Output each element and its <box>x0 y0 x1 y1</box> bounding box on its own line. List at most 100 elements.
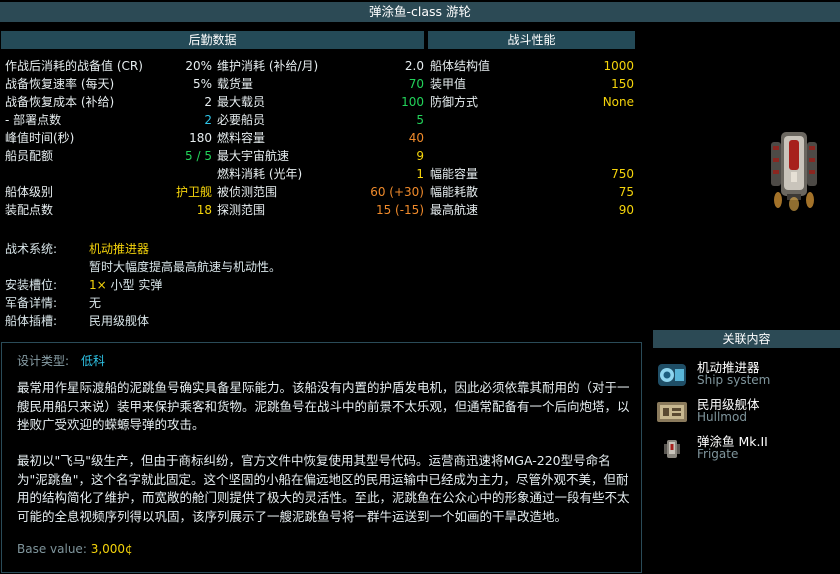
stat-value: 40 <box>408 131 424 145</box>
stat-row: 幅能容量 750 <box>430 165 634 183</box>
stat-row: 最高航速 90 <box>430 201 634 219</box>
stat-label: 峰值时间(秒) <box>5 131 75 145</box>
stat-row: 燃料消耗 (光年) 1 <box>217 165 424 183</box>
system-label: 战术系统: <box>5 242 58 256</box>
stat-value: 5% <box>192 77 212 91</box>
stat-value: 2.0 <box>404 59 424 73</box>
stat-label: 维护消耗 (补给/月) <box>217 59 319 73</box>
stat-row <box>430 111 634 129</box>
hullmod-icon <box>657 402 687 422</box>
stat-value: 100 <box>401 95 424 109</box>
stat-row <box>5 165 212 183</box>
stat-row: 作战后消耗的战备值 (CR) 20% <box>5 57 212 75</box>
stat-row: 防御方式 None <box>430 93 634 111</box>
stat-value: 180 <box>189 131 212 145</box>
stat-row: 幅能耗散 75 <box>430 183 634 201</box>
hullmod-label: 船体插槽: <box>5 314 58 328</box>
stat-value: 750 <box>611 167 634 181</box>
stat-value: None <box>602 95 634 109</box>
stat-row: 船员配额 5 / 5 <box>5 147 212 165</box>
system-description: 暂时大幅度提高最高航速与机动性。 <box>89 260 282 274</box>
military-label: 军备详情: <box>5 296 58 310</box>
stat-value: 60 (+30) <box>370 185 424 199</box>
stat-value: 18 <box>196 203 212 217</box>
stat-value: 90 <box>618 203 634 217</box>
stat-row: 峰值时间(秒) 180 <box>5 129 212 147</box>
stat-label: 船体结构值 <box>430 59 491 73</box>
mount-count: 1× <box>89 278 107 292</box>
stat-label: 幅能耗散 <box>430 185 479 199</box>
stat-row: 装甲值 150 <box>430 75 634 93</box>
stat-label: 探测范围 <box>217 203 266 217</box>
related-item-system[interactable]: 机动推进器 Ship system <box>653 357 840 394</box>
design-type-value: 低科 <box>81 354 106 368</box>
description-panel: 设计类型: 低科 最常用作星际渡船的泥跳鱼号确实具备星际能力。该船没有内置的护盾发… <box>1 342 642 573</box>
stat-label: 船员配额 <box>5 149 54 163</box>
combat-header: 战斗性能 <box>428 31 635 49</box>
thruster-icon <box>658 364 686 386</box>
stat-label: 被侦测范围 <box>217 185 278 199</box>
design-type-label: 设计类型: <box>17 354 70 368</box>
stat-value: 9 <box>416 149 424 163</box>
mount-type: 小型 实弹 <box>110 278 163 292</box>
stat-label: 战备恢复速率 (每天) <box>5 77 115 91</box>
stat-row: 被侦测范围 60 (+30) <box>217 183 424 201</box>
stat-value: 护卫舰 <box>175 185 212 199</box>
stat-row <box>430 129 634 147</box>
stat-label: 战备恢复成本 (补给) <box>5 95 115 109</box>
related-item-subtitle: Hullmod <box>697 410 747 424</box>
stat-value: 15 (-15) <box>375 203 424 217</box>
stat-row: 燃料容量 40 <box>217 129 424 147</box>
stat-value: 70 <box>408 77 424 91</box>
stat-row: 维护消耗 (补给/月) 2.0 <box>217 57 424 75</box>
related-item-subtitle: Ship system <box>697 373 771 387</box>
related-header: 关联内容 <box>653 330 840 348</box>
base-value-label: Base value: <box>17 542 87 556</box>
stat-value: 5 <box>416 113 424 127</box>
stat-value: 2 <box>204 113 212 127</box>
system-name[interactable]: 机动推进器 <box>89 240 149 258</box>
stat-value: 1000 <box>603 59 634 73</box>
hullmod-value: 民用级舰体 <box>89 314 150 328</box>
related-item-hullmod[interactable]: 民用级舰体 Hullmod <box>653 394 840 431</box>
stat-label: 防御方式 <box>430 95 479 109</box>
stat-row: 必要船员 5 <box>217 111 424 129</box>
stat-label: 船体级别 <box>5 185 54 199</box>
mounts-label: 安装槽位: <box>5 278 58 292</box>
design-type: 设计类型: 低科 <box>17 352 105 369</box>
stat-value: 1 <box>416 167 424 181</box>
logistics-header: 后勤数据 <box>1 31 424 49</box>
mounts-value: 1× 小型 实弹 <box>89 276 162 294</box>
stat-value: 75 <box>618 185 634 199</box>
stat-value: 5 / 5 <box>185 149 212 163</box>
description-paragraph-2: 最初以"飞马"级生产，但由于商标纠纷，官方文件中恢复使用其型号代码。运营商迅速将… <box>17 453 630 524</box>
stat-label: 最大载员 <box>217 95 266 109</box>
stat-label: - 部署点数 <box>5 113 62 127</box>
related-item-subtitle: Frigate <box>697 447 739 461</box>
stat-label: 装配点数 <box>5 203 54 217</box>
description-paragraph-1: 最常用作星际渡船的泥跳鱼号确实具备星际能力。该船没有内置的护盾发电机，因此必须依… <box>17 380 630 432</box>
stat-value: 2 <box>204 95 212 109</box>
stat-label: 最大宇宙航速 <box>217 149 290 163</box>
stat-value: 150 <box>611 77 634 91</box>
stat-row <box>430 147 634 165</box>
stat-label: 最高航速 <box>430 203 479 217</box>
stat-label: 必要船员 <box>217 113 266 127</box>
window-title: 弹涂鱼-class 游轮 <box>0 2 840 22</box>
stat-row: 装配点数 18 <box>5 201 212 219</box>
stat-label: 装甲值 <box>430 77 467 91</box>
base-value: Base value: 3,000¢ <box>17 542 133 556</box>
stat-label: 载货量 <box>217 77 254 91</box>
stat-row: - 部署点数 2 <box>5 111 212 129</box>
stat-label: 作战后消耗的战备值 (CR) <box>5 59 143 73</box>
military-value: 无 <box>89 296 102 310</box>
ship-icon <box>664 440 680 458</box>
ship-sprite <box>771 132 817 211</box>
related-item-ship[interactable]: 弹涂鱼 Mk.II Frigate <box>653 431 840 468</box>
stat-row: 探测范围 15 (-15) <box>217 201 424 219</box>
stat-row: 最大载员 100 <box>217 93 424 111</box>
stat-label: 幅能容量 <box>430 167 479 181</box>
stat-row: 战备恢复成本 (补给) 2 <box>5 93 212 111</box>
stat-row: 船体结构值 1000 <box>430 57 634 75</box>
stat-label: 燃料消耗 (光年) <box>217 167 303 181</box>
